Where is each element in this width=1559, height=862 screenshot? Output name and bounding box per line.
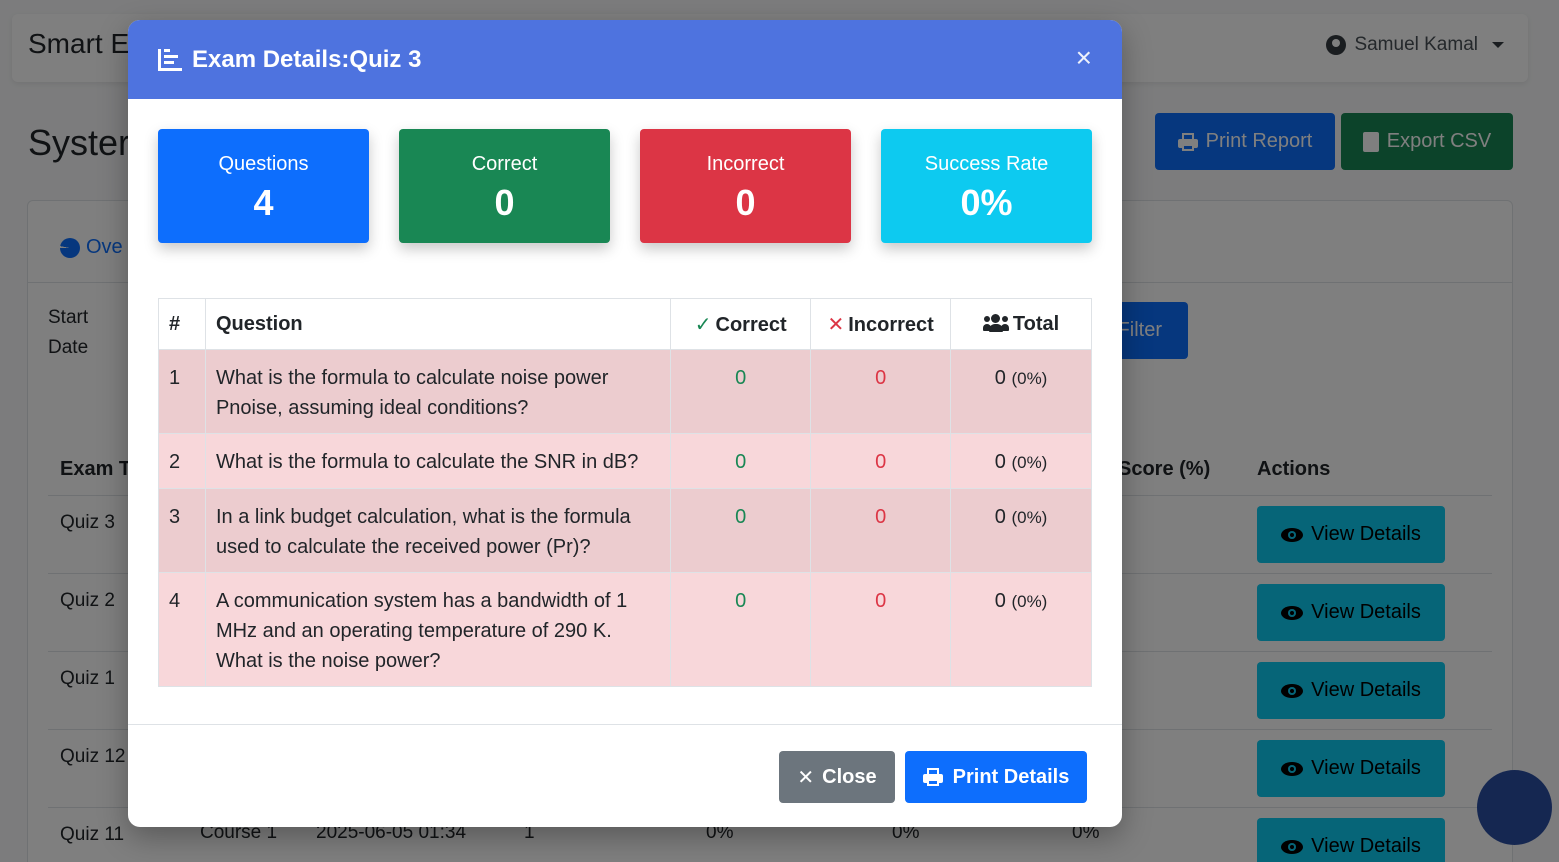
close-button-label: Close <box>822 765 877 788</box>
col-correct-header: ✓ Correct <box>670 298 812 350</box>
question-text: What is the formula to calculate the SNR… <box>204 433 672 489</box>
col-correct-label: Correct <box>715 313 787 336</box>
col-incorrect-label: Incorrect <box>848 313 934 336</box>
modal-title-text: Exam Details:Quiz 3 <box>192 45 422 73</box>
correct-count: 0 <box>670 488 812 573</box>
total-percent: (0%) <box>1011 369 1048 388</box>
row-num: 4 <box>158 572 206 687</box>
total-percent: (0%) <box>1011 508 1048 527</box>
question-text: What is the formula to calculate noise p… <box>204 349 672 434</box>
exam-details-modal: Exam Details:Quiz 3 × Questions 4 Correc… <box>128 20 1122 827</box>
table-row: 1 What is the formula to calculate noise… <box>158 349 1092 434</box>
close-button[interactable]: ✕ Close <box>779 751 895 803</box>
questions-table: # Question ✓ Correct ✕ Incorrect Total 1 W… <box>158 298 1092 687</box>
modal-title: Exam Details:Quiz 3 <box>158 46 421 74</box>
col-total-label: Total <box>1012 312 1060 335</box>
close-x-icon: ✕ <box>797 766 815 789</box>
printer-icon <box>922 768 943 786</box>
total-cell: 0 (0%) <box>950 349 1092 434</box>
col-question-header: Question <box>204 298 672 350</box>
row-num: 1 <box>158 349 206 434</box>
stat-card-correct: Correct 0 <box>399 129 610 243</box>
check-icon: ✓ <box>694 313 712 336</box>
col-incorrect-header: ✕ Incorrect <box>810 298 952 350</box>
total-percent: (0%) <box>1011 592 1048 611</box>
chart-bar-icon <box>158 48 182 71</box>
question-text: In a link budget calculation, what is th… <box>204 488 672 573</box>
total-cell: 0 (0%) <box>950 433 1092 489</box>
row-num: 3 <box>158 488 206 573</box>
stat-value: 0 <box>494 182 515 223</box>
stat-card-questions: Questions 4 <box>158 129 369 243</box>
table-row: 4 A communication system has a bandwidth… <box>158 572 1092 687</box>
stat-label: Correct <box>471 153 538 175</box>
total-cell: 0 (0%) <box>950 572 1092 687</box>
stat-label: Questions <box>218 153 309 175</box>
total-cell: 0 (0%) <box>950 488 1092 573</box>
stat-value: 4 <box>253 182 274 223</box>
times-icon: ✕ <box>827 313 845 336</box>
total-count: 0 <box>994 451 1006 473</box>
modal-footer: ✕ Close Print Details <box>128 724 1122 827</box>
stat-value: 0% <box>960 182 1013 223</box>
col-num-header: # <box>158 298 206 350</box>
print-details-label: Print Details <box>952 765 1070 788</box>
total-count: 0 <box>994 506 1006 528</box>
stat-label: Success Rate <box>924 153 1049 175</box>
stat-value: 0 <box>735 182 756 223</box>
correct-count: 0 <box>670 433 812 489</box>
total-count: 0 <box>994 590 1006 612</box>
table-row: 3 In a link budget calculation, what is … <box>158 488 1092 573</box>
table-row: 2 What is the formula to calculate the S… <box>158 433 1092 489</box>
incorrect-count: 0 <box>810 488 952 573</box>
close-icon[interactable]: × <box>1076 44 1092 72</box>
incorrect-count: 0 <box>810 572 952 687</box>
table-header-row: # Question ✓ Correct ✕ Incorrect Total <box>158 298 1092 350</box>
total-percent: (0%) <box>1011 453 1048 472</box>
col-total-header: Total <box>950 298 1092 350</box>
print-details-button[interactable]: Print Details <box>905 751 1087 803</box>
stat-label: Incorrect <box>706 153 785 175</box>
modal-header: Exam Details:Quiz 3 × <box>128 20 1122 99</box>
correct-count: 0 <box>670 349 812 434</box>
stats-row: Questions 4 Correct 0 Incorrect 0 Succes… <box>158 129 1092 243</box>
incorrect-count: 0 <box>810 433 952 489</box>
correct-count: 0 <box>670 572 812 687</box>
row-num: 2 <box>158 433 206 489</box>
incorrect-count: 0 <box>810 349 952 434</box>
stat-card-incorrect: Incorrect 0 <box>640 129 851 243</box>
total-count: 0 <box>994 367 1006 389</box>
stat-card-success-rate: Success Rate 0% <box>881 129 1092 243</box>
question-text: A communication system has a bandwidth o… <box>204 572 672 687</box>
users-icon <box>982 313 1009 332</box>
